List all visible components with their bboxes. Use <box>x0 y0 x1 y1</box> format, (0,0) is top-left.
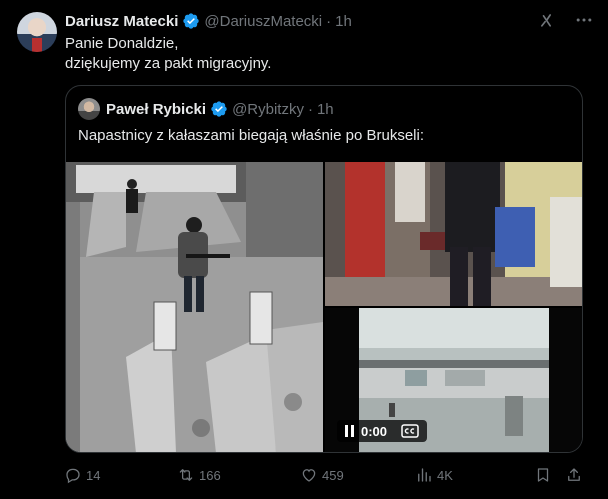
quoted-tweet-header: Paweł Rybicki @Rybitzky · 1h <box>106 99 334 119</box>
reply-icon <box>66 468 80 484</box>
verified-icon <box>183 13 200 29</box>
tweet-text-line: Panie Donaldzie, <box>65 35 179 52</box>
views-icon <box>418 468 431 482</box>
tweet-header: Dariusz Matecki @DariuszMatecki · 1h <box>65 11 352 31</box>
author-name[interactable]: Dariusz Matecki <box>65 13 178 30</box>
reply-count: 14 <box>86 467 101 483</box>
separator: · <box>326 12 332 30</box>
media-grid: 0:00 <box>66 162 582 452</box>
share-button[interactable] <box>565 465 583 485</box>
like-button[interactable]: 459 <box>300 465 344 485</box>
share-icon <box>568 468 580 481</box>
like-icon <box>302 469 316 482</box>
tweet: Dariusz Matecki @DariuszMatecki · 1h Pan… <box>0 0 608 499</box>
top-actions <box>536 10 594 30</box>
video-controls[interactable]: 0:00 <box>337 420 428 442</box>
quoted-author-avatar <box>78 98 100 120</box>
action-bar: 14 166 459 4K <box>64 465 588 485</box>
verified-icon <box>211 101 227 117</box>
separator: · <box>307 100 313 118</box>
media-photo-station-platform[interactable] <box>325 162 582 306</box>
cc-icon[interactable] <box>401 424 419 438</box>
quoted-tweet-text: Napastnicy z kałaszami biegają właśnie p… <box>78 127 424 144</box>
author-handle[interactable]: @DariuszMatecki <box>204 13 322 30</box>
repost-button[interactable]: 166 <box>177 465 221 485</box>
tweet-text: Panie Donaldzie, dziękujemy za pakt migr… <box>65 34 585 74</box>
media-photo-metro-gunman[interactable] <box>66 162 323 452</box>
media-video-player[interactable]: 0:00 <box>325 308 582 452</box>
bookmark-icon <box>537 468 549 482</box>
pause-icon[interactable] <box>345 425 355 437</box>
quoted-tweet[interactable]: Paweł Rybicki @Rybitzky · 1h Napastnicy … <box>65 85 583 453</box>
quoted-author-handle: @Rybitzky <box>232 100 304 118</box>
video-time: 0:00 <box>361 423 388 439</box>
repost-count: 166 <box>199 467 221 483</box>
views-count: 4K <box>437 467 453 483</box>
author-avatar[interactable] <box>17 12 57 52</box>
grok-icon[interactable] <box>536 10 556 30</box>
like-count: 459 <box>322 467 344 483</box>
quoted-author-name: Paweł Rybicki <box>106 100 207 118</box>
tweet-text-line: dziękujemy za pakt migracyjny. <box>65 55 272 72</box>
views-button[interactable]: 4K <box>415 465 453 485</box>
quoted-timestamp: 1h <box>316 100 334 118</box>
bookmark-button[interactable] <box>534 465 552 485</box>
reply-button[interactable]: 14 <box>64 465 100 485</box>
timestamp[interactable]: 1h <box>335 13 352 30</box>
repost-icon <box>179 469 193 481</box>
more-icon[interactable] <box>574 10 594 30</box>
